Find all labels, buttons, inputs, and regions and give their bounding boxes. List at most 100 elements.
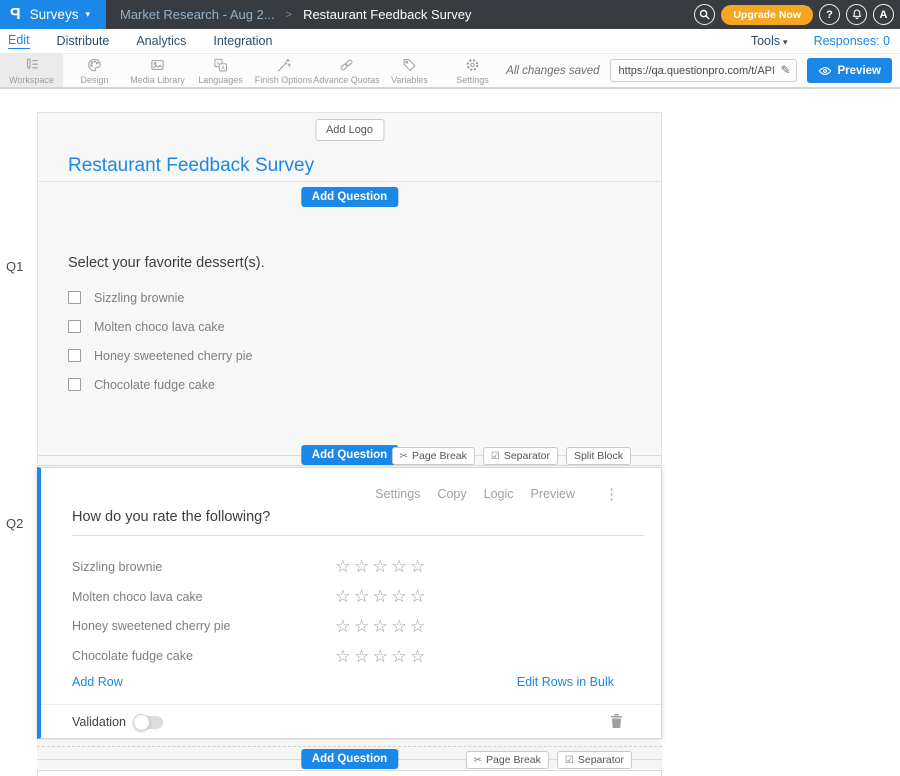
separator-icon: ☑ bbox=[491, 451, 500, 462]
q2-rating-rows: Sizzling brownie ☆☆☆☆☆ Molten choco lava… bbox=[72, 552, 644, 671]
survey-title[interactable]: Restaurant Feedback Survey bbox=[68, 155, 314, 177]
chevron-down-icon: ▾ bbox=[783, 37, 788, 47]
checkbox[interactable] bbox=[68, 320, 81, 333]
gear-icon bbox=[464, 57, 481, 73]
toolbar-design[interactable]: Design bbox=[63, 54, 126, 87]
q2-logic-action[interactable]: Logic bbox=[484, 487, 514, 501]
checkbox[interactable] bbox=[68, 349, 81, 362]
toolbar-advance-quotas[interactable]: Advance Quotas bbox=[315, 54, 378, 87]
module-nav: Edit Distribute Analytics Integration To… bbox=[0, 29, 900, 53]
tab-analytics[interactable]: Analytics bbox=[136, 34, 186, 49]
separator-button[interactable]: ☑Separator bbox=[483, 447, 558, 465]
edit-rows-in-bulk-link[interactable]: Edit Rows in Bulk bbox=[517, 675, 614, 689]
split-block-button[interactable]: Split Block bbox=[566, 447, 631, 465]
q1-options: Sizzling brownie Molten choco lava cake … bbox=[68, 283, 252, 399]
toolbar-right: All changes saved ✎ Preview bbox=[506, 54, 892, 87]
nav-tabs: Edit Distribute Analytics Integration bbox=[0, 33, 272, 49]
avatar-letter: A bbox=[880, 9, 888, 21]
q2-index-label: Q2 bbox=[6, 516, 23, 531]
question-mark-icon: ? bbox=[826, 9, 833, 21]
avatar[interactable]: A bbox=[873, 4, 894, 25]
edit-toolbar: Workspace Design Media Library xA Langua… bbox=[0, 53, 900, 89]
breadcrumb: Market Research - Aug 2... > Restaurant … bbox=[120, 7, 471, 22]
help-button[interactable]: ? bbox=[819, 4, 840, 25]
surveys-menu[interactable]: P Surveys ▾ bbox=[0, 0, 106, 29]
q1-option-row[interactable]: Chocolate fudge cake bbox=[68, 370, 252, 399]
add-question-button-mid[interactable]: Add Question bbox=[301, 445, 398, 465]
checkbox[interactable] bbox=[68, 291, 81, 304]
magic-wand-icon bbox=[275, 57, 292, 73]
toolbar-languages[interactable]: xA Languages bbox=[189, 54, 252, 87]
scissors-icon: ✂ bbox=[400, 451, 408, 462]
toolbar-media-library[interactable]: Media Library bbox=[126, 54, 189, 87]
survey-url-input[interactable] bbox=[611, 60, 796, 81]
questionpro-logo-icon: P bbox=[10, 6, 21, 24]
star-rating-icons[interactable]: ☆☆☆☆☆ bbox=[335, 588, 428, 606]
q2-settings-action[interactable]: Settings bbox=[375, 487, 420, 501]
add-logo-button[interactable]: Add Logo bbox=[315, 119, 384, 141]
top-navbar: P Surveys ▾ Market Research - Aug 2... >… bbox=[0, 0, 900, 29]
upgrade-now-button[interactable]: Upgrade Now bbox=[721, 5, 813, 25]
validation-toggle[interactable] bbox=[135, 716, 163, 729]
breadcrumb-folder[interactable]: Market Research - Aug 2... bbox=[120, 7, 275, 22]
toolbar-workspace[interactable]: Workspace bbox=[0, 54, 63, 87]
topbar-actions: Upgrade Now ? A bbox=[694, 0, 894, 29]
preview-button[interactable]: Preview bbox=[807, 58, 892, 83]
q2-footer-divider bbox=[41, 704, 661, 705]
delete-question-button[interactable] bbox=[610, 713, 623, 734]
palette-icon bbox=[86, 57, 103, 73]
toolbar-finish-options[interactable]: Finish Options bbox=[252, 54, 315, 87]
scissors-icon: ✂ bbox=[474, 755, 482, 766]
q1-option-row[interactable]: Honey sweetened cherry pie bbox=[68, 341, 252, 370]
svg-text:x: x bbox=[217, 60, 220, 66]
toolbar-variables[interactable]: Variables bbox=[378, 54, 441, 87]
tag-icon bbox=[401, 57, 418, 73]
add-question-button-top[interactable]: Add Question bbox=[301, 187, 398, 207]
search-icon bbox=[699, 9, 710, 20]
tools-menu[interactable]: Tools▾ bbox=[751, 34, 788, 48]
chevron-down-icon: ▾ bbox=[85, 9, 90, 20]
page-break-button[interactable]: ✂Page Break bbox=[392, 447, 475, 465]
q2-action-bar: Settings Copy Logic Preview ⋮ bbox=[375, 485, 619, 503]
search-button[interactable] bbox=[694, 4, 715, 25]
insert-options: ✂Page Break ☑Separator Split Block bbox=[392, 447, 631, 465]
q1-option-row[interactable]: Sizzling brownie bbox=[68, 283, 252, 312]
chain-link-icon bbox=[338, 57, 355, 73]
responses-count[interactable]: Responses: 0 bbox=[814, 34, 890, 48]
star-rating-icons[interactable]: ☆☆☆☆☆ bbox=[335, 618, 428, 636]
star-rating-icons[interactable]: ☆☆☆☆☆ bbox=[335, 648, 428, 666]
add-question-button-bottom[interactable]: Add Question bbox=[301, 749, 398, 769]
page-break-button[interactable]: ✂Page Break bbox=[466, 751, 549, 769]
survey-block-1: Add Logo Restaurant Feedback Survey Add … bbox=[37, 112, 662, 466]
q2-question-text[interactable]: How do you rate the following? bbox=[72, 509, 270, 525]
insert-options-bottom: ✂Page Break ☑Separator bbox=[466, 751, 632, 769]
more-options-icon[interactable]: ⋮ bbox=[604, 485, 619, 503]
tab-edit[interactable]: Edit bbox=[8, 33, 30, 49]
trash-icon bbox=[610, 713, 623, 729]
nav-right: Tools▾ Responses: 0 bbox=[751, 34, 890, 48]
survey-block-q2-selected[interactable]: Settings Copy Logic Preview ⋮ How do you… bbox=[37, 467, 662, 739]
star-rating-icons[interactable]: ☆☆☆☆☆ bbox=[335, 558, 428, 576]
q1-index-label: Q1 bbox=[6, 259, 23, 274]
translate-icon: xA bbox=[212, 57, 229, 73]
q1-question-text[interactable]: Select your favorite dessert(s). bbox=[68, 255, 265, 271]
toolbar-settings[interactable]: Settings bbox=[441, 54, 504, 87]
header-divider bbox=[38, 181, 661, 182]
notifications-button[interactable] bbox=[846, 4, 867, 25]
bell-icon bbox=[851, 8, 863, 21]
q2-preview-action[interactable]: Preview bbox=[531, 487, 575, 501]
bottom-insert-strip: Add Question ✂Page Break ☑Separator bbox=[37, 740, 662, 769]
checkbox[interactable] bbox=[68, 378, 81, 391]
add-row-link[interactable]: Add Row bbox=[72, 675, 123, 689]
next-survey-block bbox=[37, 770, 662, 776]
edit-url-pencil-icon[interactable]: ✎ bbox=[780, 63, 790, 77]
tab-distribute[interactable]: Distribute bbox=[57, 34, 110, 49]
separator-button[interactable]: ☑Separator bbox=[557, 751, 632, 769]
q2-copy-action[interactable]: Copy bbox=[437, 487, 466, 501]
tab-integration[interactable]: Integration bbox=[213, 34, 272, 49]
rating-row: Chocolate fudge cake ☆☆☆☆☆ bbox=[72, 641, 644, 671]
q1-option-row[interactable]: Molten choco lava cake bbox=[68, 312, 252, 341]
toolbar-tabs: Workspace Design Media Library xA Langua… bbox=[0, 54, 504, 87]
image-icon bbox=[149, 57, 166, 73]
rating-row: Sizzling brownie ☆☆☆☆☆ bbox=[72, 552, 644, 582]
